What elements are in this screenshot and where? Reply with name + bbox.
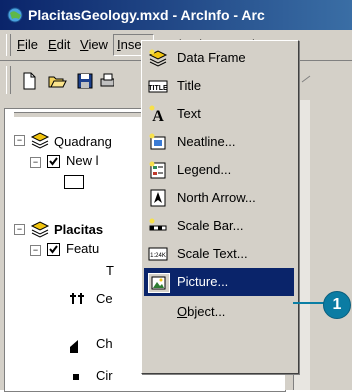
symbol-entry-label: Cir — [96, 368, 113, 383]
collapse-toggle[interactable]: − — [30, 157, 41, 168]
scale-text-icon: 1:24K — [148, 247, 168, 261]
menu-item-neatline[interactable]: Neatline... — [144, 128, 294, 156]
data-frame-layers-icon — [30, 132, 50, 149]
collapse-toggle[interactable]: − — [14, 135, 25, 146]
print-icon[interactable] — [100, 70, 114, 92]
window-title: PlacitasGeology.mxd - ArcInfo - Arc — [28, 7, 265, 23]
menu-item-scale-text[interactable]: 1:24K Scale Text... — [144, 240, 294, 268]
neatline-icon — [149, 133, 166, 150]
data-frame-layers-icon — [30, 221, 50, 238]
menu-item-object[interactable]: Object... — [144, 298, 294, 326]
layer-label[interactable]: Featu — [66, 241, 99, 256]
svg-text:1:24K: 1:24K — [150, 253, 166, 259]
check-mark-icon — [49, 245, 58, 254]
data-frame-label[interactable]: Quadrang — [54, 134, 112, 149]
menu-item-text[interactable]: A Text — [144, 100, 294, 128]
point-symbol-icon — [70, 293, 84, 304]
arcmap-globe-icon — [7, 7, 23, 23]
check-mark-icon — [49, 157, 58, 166]
object-label: Object... — [177, 304, 226, 319]
layer-field-label: T — [106, 263, 114, 278]
title-icon: TITLE — [148, 80, 168, 93]
layer-symbol-swatch[interactable] — [64, 175, 84, 189]
collapse-toggle[interactable]: − — [30, 245, 41, 256]
legend-icon — [149, 161, 166, 179]
north-arrow-icon — [150, 189, 166, 207]
open-folder-icon[interactable] — [46, 70, 68, 92]
menu-item-legend[interactable]: Legend... — [144, 156, 294, 184]
callout-leader-line — [293, 302, 327, 304]
svg-text:A: A — [152, 108, 164, 123]
title-bar[interactable]: PlacitasGeology.mxd - ArcInfo - Arc — [0, 0, 352, 30]
toolbar-overflow-icon[interactable] — [300, 70, 312, 92]
layer-visibility-checkbox[interactable] — [47, 155, 60, 168]
point-symbol-icon — [70, 340, 78, 353]
menu-item-data-frame[interactable]: Data Frame — [144, 44, 294, 72]
toolbar-grip[interactable] — [6, 66, 11, 94]
arcmap-window: PlacitasGeology.mxd - ArcInfo - Arc File… — [0, 0, 352, 392]
active-data-frame-label[interactable]: Placitas — [54, 222, 103, 237]
save-icon[interactable] — [74, 70, 96, 92]
layer-visibility-checkbox[interactable] — [47, 243, 60, 256]
menu-edit[interactable]: Edit — [45, 35, 73, 55]
text-icon: A — [149, 105, 164, 123]
new-document-icon[interactable] — [18, 70, 40, 92]
step-callout-badge: 1 — [323, 291, 351, 319]
layer-label[interactable]: New l — [66, 153, 99, 168]
square-symbol-icon — [73, 374, 79, 380]
symbol-entry-label: Ch — [96, 336, 113, 351]
menu-item-title[interactable]: TITLE Title — [144, 72, 294, 100]
menu-view[interactable]: View — [77, 35, 111, 55]
menubar-grip[interactable] — [6, 34, 11, 56]
menu-item-scale-bar[interactable]: Scale Bar... — [144, 212, 294, 240]
svg-text:TITLE: TITLE — [148, 85, 168, 92]
collapse-toggle[interactable]: − — [14, 224, 25, 235]
picture-icon — [148, 273, 170, 293]
scale-bar-icon — [149, 218, 167, 231]
menu-file[interactable]: File — [14, 35, 41, 55]
insert-menu: Data Frame TITLE Title A Text Neatline..… — [141, 40, 299, 374]
menu-item-north-arrow[interactable]: North Arrow... — [144, 184, 294, 212]
menu-item-picture[interactable]: Picture... — [144, 268, 294, 296]
symbol-entry-label: Ce — [96, 291, 113, 306]
data-frame-icon — [148, 49, 168, 67]
